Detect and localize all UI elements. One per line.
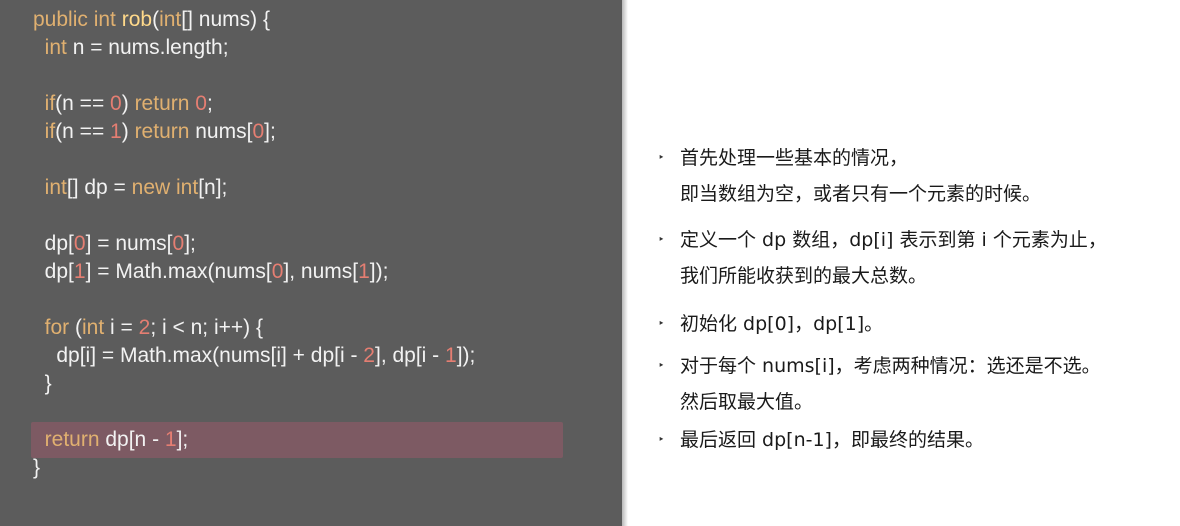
code-line: } [33,370,52,398]
bullet-marker-icon: ‣ [658,434,665,446]
code-token: i = [104,316,139,339]
code-line: public int rob(int[] nums) { [33,6,270,34]
code-token: 2 [363,344,375,367]
bullet-marker-icon: ‣ [658,152,665,164]
code-token: ) [121,92,135,115]
code-token: 0 [73,232,86,255]
code-token: } [33,456,41,479]
code-token: 0 [252,120,265,143]
bullet-marker-icon: ‣ [658,360,665,372]
code-token: 1 [110,120,122,143]
code-token: int [44,36,67,59]
code-token: ; i < n; i++) { [150,316,263,339]
code-token: 0 [110,92,122,115]
bullet-marker-icon: ‣ [658,318,665,330]
code-token: 1 [164,428,177,451]
code-token: } [33,372,52,395]
code-token: [] nums) { [181,8,270,31]
code-token: dp[i] = Math.max(nums[i] + dp[i - [33,344,364,367]
code-token: 0 [172,232,185,255]
code-token: int [159,8,182,31]
code-line: if(n == 0) return 0; [33,90,213,118]
code-line: dp[1] = Math.max(nums[0], nums[1]); [33,258,389,286]
code-token: return [134,120,190,143]
code-line: if(n == 1) return nums[0]; [33,118,276,146]
code-token: ], dp[i - [374,344,446,367]
code-token: ]; [184,232,196,255]
bullet-text: 我们所能收获到的最大总数。 [680,265,928,287]
code-token: dp[ [33,260,74,283]
code-line: int n = nums.length; [33,34,229,62]
code-token: 2 [138,316,151,339]
code-line: int[] dp = new int[n]; [33,174,228,202]
code-token: 0 [195,92,207,115]
code-line: } [33,454,40,482]
code-token: nums[ [189,120,253,143]
bullet-text: 最后返回 dp[n-1]，即最终的结果。 [680,429,984,451]
code-token: ] = Math.max(nums[ [85,260,272,283]
code-panel: public int rob(int[] nums) { int n = num… [0,0,622,526]
bullet-text: 首先处理一些基本的情况， [680,147,909,169]
code-token: for [44,316,70,339]
code-token: int [176,176,199,199]
code-token: ]; [176,428,189,451]
code-line: dp[0] = nums[0]; [33,230,196,258]
code-token: dp[ [33,232,74,255]
code-token: rob [121,8,153,31]
code-token: 1 [73,260,86,283]
bullet-text: 初始化 dp[0]，dp[1]。 [680,313,884,335]
code-token: (n == [55,92,111,115]
code-token: return [134,92,196,115]
code-token: int [44,176,67,199]
panel-divider [622,0,628,526]
code-token: 1 [358,260,370,283]
bullet-marker-icon: ‣ [658,234,665,246]
code-token: [n]; [198,176,228,199]
bullet-text: 定义一个 dp 数组，dp[i] 表示到第 i 个元素为止， [680,229,1107,251]
code-token: new [131,176,177,199]
code-token: ]); [369,260,389,283]
bullet-text: 对于每个 nums[i]，考虑两种情况：选还是不选。 [680,355,1101,377]
code-token: 0 [271,260,284,283]
code-token: ) [121,120,135,143]
code-token: 1 [445,344,457,367]
code-token: int [82,316,105,339]
code-line: return dp[n - 1]; [33,426,189,454]
code-token: ]); [456,344,476,367]
code-line: for (int i = 2; i < n; i++) { [33,314,263,342]
code-token: ]; [264,120,276,143]
code-token: n = nums.length; [66,36,229,59]
code-token: ], nums[ [283,260,359,283]
code-token: [] dp = [66,176,132,199]
code-token: return [44,428,100,451]
bullet-text: 即当数组为空，或者只有一个元素的时候。 [680,183,1042,205]
code-token: if [44,120,56,143]
code-token: if [44,92,56,115]
code-token: dp[n - [99,428,165,451]
bullet-text: 然后取最大值。 [680,391,814,413]
code-line: dp[i] = Math.max(nums[i] + dp[i - 2], dp… [33,342,475,370]
code-token: ; [206,92,213,115]
code-token: public [33,8,94,31]
code-token: ] = nums[ [85,232,173,255]
code-token: ( [69,316,83,339]
code-token: (n == [55,120,111,143]
code-token: int [93,8,122,31]
